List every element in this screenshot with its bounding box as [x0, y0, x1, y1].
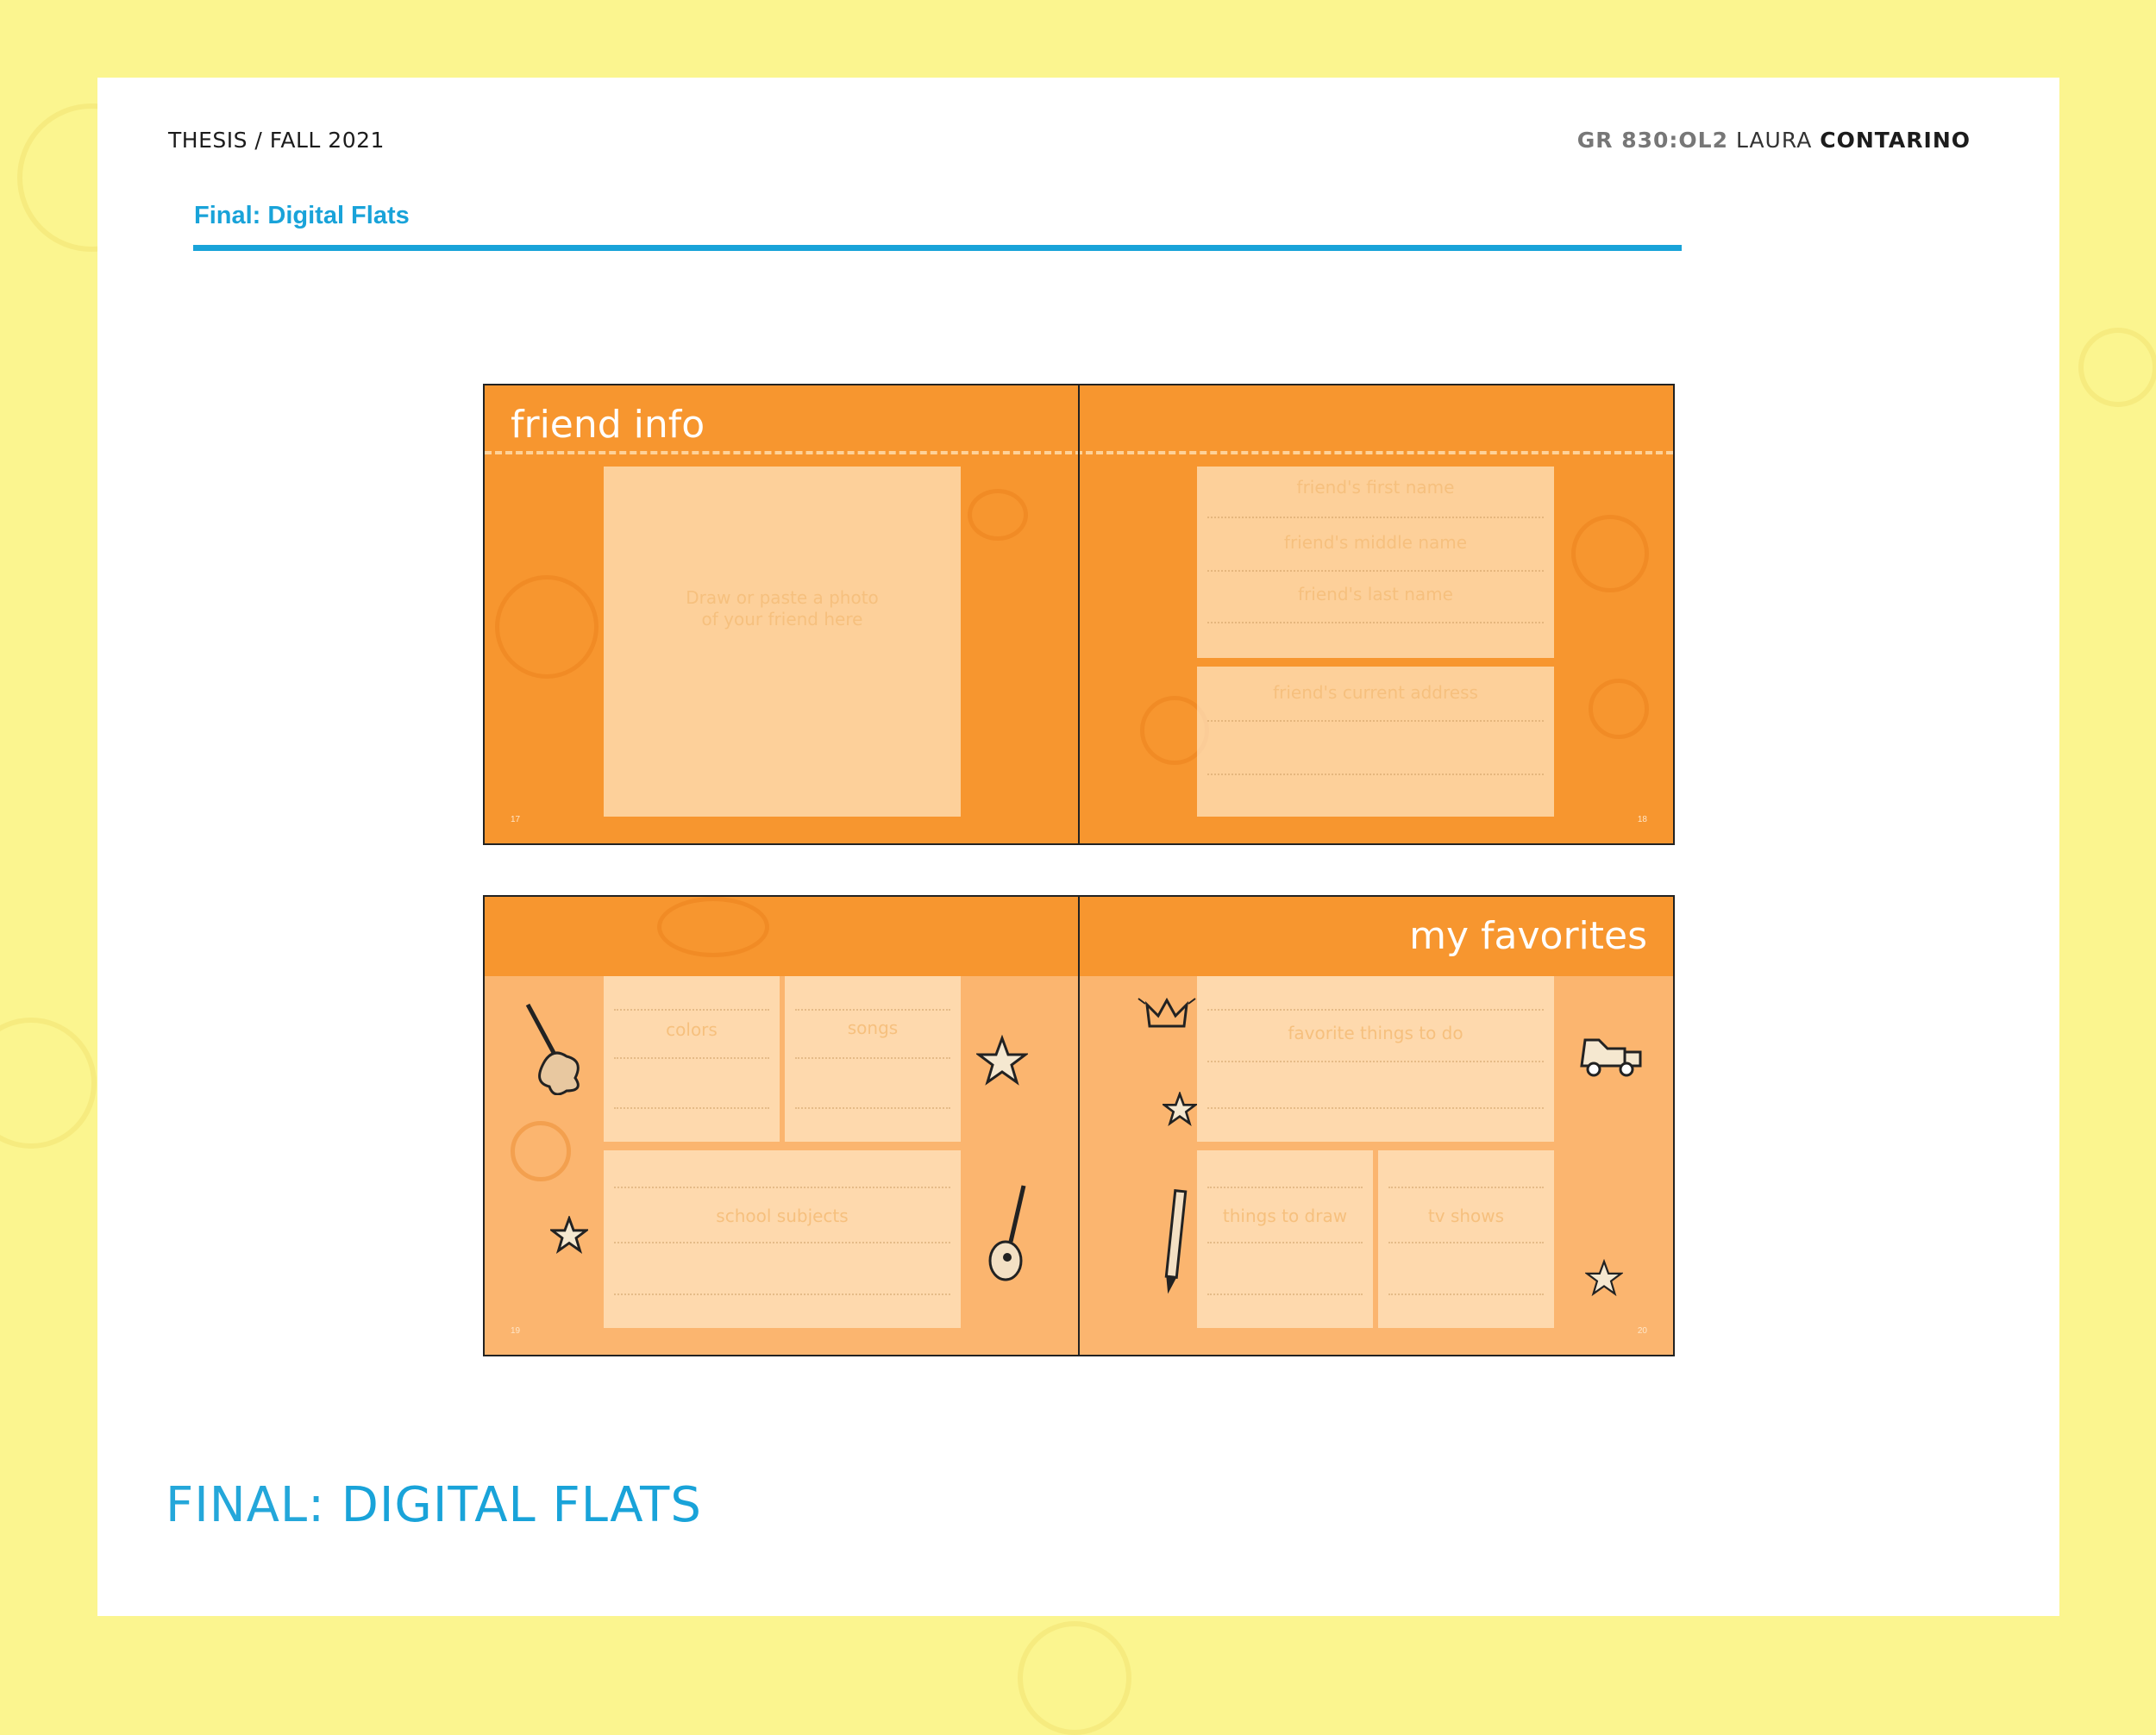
course-code: GR 830:OL2 [1576, 128, 1728, 153]
writing-line [1207, 1009, 1544, 1011]
colors-label: colors [666, 1019, 718, 1040]
footer-title-light: FINAL: [166, 1477, 342, 1533]
guitar-icon [988, 1185, 1026, 1281]
background-doodle [1018, 1621, 1131, 1735]
favorite-things-label: favorite things to do [1288, 1023, 1463, 1043]
paintbrush-splat-icon [525, 1003, 580, 1095]
address-panel: friend's current address [1197, 667, 1554, 817]
writing-line [795, 1057, 950, 1059]
truck-icon [1580, 1038, 1642, 1077]
writing-line [614, 1057, 769, 1059]
writing-line [614, 1009, 769, 1011]
writing-line [1207, 1107, 1544, 1109]
middle-name-label: friend's middle name [1283, 532, 1468, 553]
photo-prompt-line2: of your friend here [701, 609, 863, 629]
songs-panel: songs [785, 976, 961, 1142]
songs-label: songs [847, 1018, 899, 1038]
crown-icon [1138, 997, 1196, 1028]
writing-line [1207, 622, 1544, 623]
background-doodle [0, 1018, 97, 1149]
writing-line [1388, 1187, 1544, 1188]
header-thesis-label: THESIS / FALL 2021 [168, 128, 385, 153]
writing-line [1207, 1061, 1544, 1062]
slide-page: THESIS / FALL 2021 GR 830:OL2 LAURA CONT… [97, 78, 2059, 1616]
writing-line [1207, 720, 1544, 722]
doodle-pattern [1571, 515, 1649, 592]
section-divider [193, 245, 1682, 251]
section-title: Final: Digital Flats [194, 202, 410, 229]
doodle-pattern [968, 489, 1028, 541]
spread-friend-info: friend info Draw or paste a photo of you… [483, 384, 1675, 845]
page-number: 20 [1637, 1326, 1647, 1336]
name-panel: friend's first name friend's middle name… [1197, 467, 1554, 658]
writing-line [1207, 1187, 1363, 1188]
school-subjects-label: school subjects [716, 1206, 849, 1226]
favorite-things-panel: favorite things to do [1197, 976, 1554, 1142]
writing-line [614, 1293, 950, 1295]
tv-shows-panel: tv shows [1378, 1150, 1554, 1328]
spread-gutter [1078, 385, 1080, 843]
background-doodle [2078, 328, 2156, 407]
author-last-name: CONTARINO [1820, 128, 1971, 153]
pencil-icon [1164, 1189, 1188, 1294]
footer-title-strong: DIGITAL FLATS [341, 1477, 702, 1533]
writing-line [614, 1107, 769, 1109]
star-icon [550, 1216, 588, 1254]
writing-line [1207, 1293, 1363, 1295]
first-name-label: friend's first name [1296, 477, 1455, 498]
page-number: 19 [511, 1326, 521, 1336]
writing-line [614, 1242, 950, 1243]
address-label: friend's current address [1273, 682, 1478, 703]
spread-gutter [1078, 897, 1080, 1355]
writing-line [1207, 774, 1544, 775]
doodle-pattern [657, 897, 769, 957]
things-to-draw-panel: things to draw [1197, 1150, 1373, 1328]
writing-line [1207, 517, 1544, 518]
writing-line [795, 1009, 950, 1011]
writing-line [1207, 570, 1544, 572]
page-title-friend-info: friend info [511, 403, 705, 447]
photo-prompt-line1: Draw or paste a photo [686, 587, 879, 608]
school-subjects-panel: school subjects [604, 1150, 961, 1328]
header-band [485, 897, 1078, 976]
writing-line [614, 1187, 950, 1188]
writing-line [1207, 1242, 1363, 1243]
star-icon [1163, 1092, 1197, 1126]
page-title-my-favorites: my favorites [1409, 914, 1647, 958]
author-first-name: LAURA [1735, 128, 1813, 153]
doodle-pattern [495, 575, 599, 679]
photo-panel: Draw or paste a photo of your friend her… [604, 467, 961, 817]
things-to-draw-label: things to draw [1222, 1206, 1348, 1226]
writing-line [795, 1107, 950, 1109]
tv-shows-label: tv shows [1427, 1206, 1505, 1226]
last-name-label: friend's last name [1298, 584, 1453, 604]
spread-my-favorites: my favorites colors songs school subject… [483, 895, 1675, 1356]
page-number: 17 [511, 815, 521, 824]
page-number: 18 [1637, 815, 1647, 824]
header-course-author: GR 830:OL2 LAURA CONTARINO [1577, 128, 1971, 153]
footer-title: FINAL: DIGITAL FLATS [166, 1477, 702, 1533]
writing-line [1388, 1293, 1544, 1295]
star-icon [976, 1035, 1028, 1086]
writing-line [1388, 1242, 1544, 1243]
doodle-pattern [1589, 679, 1649, 739]
colors-panel: colors [604, 976, 780, 1142]
doodle-pattern [511, 1121, 571, 1181]
star-icon [1585, 1259, 1623, 1297]
